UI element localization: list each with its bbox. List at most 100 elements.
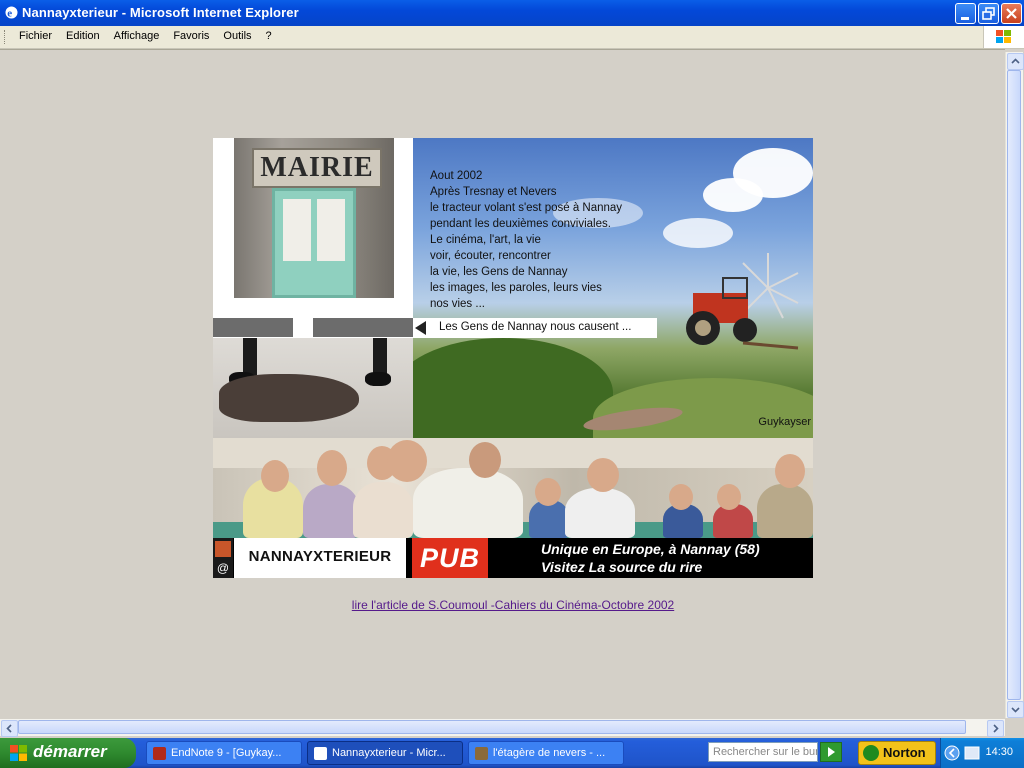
tractor-landscape-photo[interactable]: Aout 2002 Après Tresnay et Nevers le tra… [413,138,813,438]
door-pane-right [317,199,345,261]
cloud [703,178,763,212]
intro-text: Aout 2002 Après Tresnay et Nevers le tra… [430,168,622,312]
title-bar: e Nannayxterieur - Microsoft Internet Ex… [0,0,1024,26]
menu-item-favoris[interactable]: Favoris [166,30,216,42]
person-head [387,440,427,482]
menu-item-edition[interactable]: Edition [59,30,107,42]
intro-line: pendant les deuxièmes conviviales. [430,218,611,230]
scroll-up-button[interactable] [1007,53,1024,70]
arrow-left-icon [415,321,426,335]
minimize-button[interactable] [955,3,976,24]
task-label: l'étagère de nevers - ... [493,747,606,759]
chevron-up-icon [1011,58,1020,64]
endnote-icon [153,747,166,760]
folder-icon [475,747,488,760]
person [303,484,359,538]
shoe [365,372,391,386]
minimize-icon [961,17,969,20]
mairie-door [272,188,356,298]
sleeping-dog [219,374,359,422]
menu-item-help[interactable]: ? [259,30,279,42]
task-label: EndNote 9 - [Guykay... [171,747,282,759]
intro-line: Le cinéma, l'art, la vie [430,234,541,246]
site-footer-bar: @ NANNAYXTERIEUR PUB Unique en Europe, à… [213,538,813,578]
intro-line: la vie, les Gens de Nannay [430,266,568,278]
mairie-photo[interactable]: MAIRIE [234,138,394,298]
desktop-search-input[interactable]: Rechercher sur le bur [708,742,818,762]
field-hill [593,378,813,438]
person-head [261,460,289,492]
site-name-box[interactable]: NANNAYXTERIEUR [234,538,406,578]
grey-bar-right [313,318,413,337]
menu-item-outils[interactable]: Outils [216,30,258,42]
mairie-sign: MAIRIE [252,148,382,188]
person-head [775,454,805,488]
search-go-button[interactable] [820,742,842,762]
toolbar-grip[interactable] [4,30,8,44]
task-internet-explorer[interactable]: Nannayxterieur - Micr... [307,741,463,765]
intro-line: Après Tresnay et Nevers [430,186,557,198]
person [757,484,813,538]
close-button[interactable] [1001,3,1022,24]
pub-text[interactable]: Unique en Europe, à Nannay (58) Visitez … [541,540,760,576]
flying-tractor-illustration [686,253,799,350]
start-button[interactable]: démarrer [0,738,136,768]
norton-label: Norton [883,745,926,760]
restore-button[interactable] [978,3,999,24]
wall [213,438,813,468]
pub-badge[interactable]: PUB [412,538,488,578]
email-at-icon: @ [216,561,230,575]
play-arrow-icon [828,747,835,757]
task-label: Nannayxterieur - Micr... [332,747,446,759]
dog-photo[interactable] [213,338,413,438]
intro-line: voir, écouter, rencontrer [430,250,551,262]
start-label: démarrer [33,742,107,761]
person [353,482,413,538]
task-etagere[interactable]: l'étagère de nevers - ... [468,741,624,765]
menu-item-fichier[interactable]: Fichier [12,30,59,42]
vertical-scrollbar[interactable] [1005,52,1024,718]
cloud [663,218,733,248]
restore-icon [982,7,995,20]
horizontal-scrollbar[interactable] [0,719,1005,737]
scroll-right-button[interactable] [987,720,1004,737]
windows-flag-icon [996,30,1011,43]
article-link[interactable]: lire l'article de S.Coumoul -Cahiers du … [0,598,1024,612]
tree-hill [413,338,613,438]
child-head [535,478,561,506]
site-banner: MAIRIE Aout 2002 Après Tresnay et Nevers… [213,138,813,578]
system-tray: 14:30 [940,738,1024,768]
intro-line: les images, les paroles, leurs vies [430,282,602,294]
menu-bar: Fichier Edition Affichage Favoris Outils… [0,26,1024,49]
norton-button[interactable]: Norton [858,741,936,765]
gens-de-nannay-link[interactable]: Les Gens de Nannay nous causent ... [413,318,657,338]
scroll-left-button[interactable] [1,720,18,737]
door-pane-left [283,199,311,261]
person [413,468,523,538]
checkmark-icon [863,745,879,761]
scroll-down-button[interactable] [1007,701,1024,718]
intro-line: le tracteur volant s'est posé à Nannay [430,202,623,214]
svg-text:e: e [7,8,12,20]
menu-item-affichage[interactable]: Affichage [107,30,167,42]
chevron-down-icon [1011,707,1020,713]
person-head [587,458,619,492]
intro-line: nos vies ... [430,298,485,310]
taskbar: démarrer EndNote 9 - [Guykay... Nannayxt… [0,738,1024,768]
chevron-left-icon [6,724,12,733]
site-logo[interactable]: @ [213,538,233,578]
crowd-photo[interactable] [213,438,813,538]
intro-line: Aout 2002 [430,170,483,182]
task-endnote[interactable]: EndNote 9 - [Guykay... [146,741,302,765]
horizontal-scroll-thumb[interactable] [18,720,966,734]
child-head [717,484,741,510]
tagline-text: Les Gens de Nannay nous causent ... [439,321,632,333]
close-icon [1006,8,1017,19]
pub-line: Visitez La source du rire [541,559,703,575]
clock[interactable]: 14:30 [985,746,1013,758]
person-head [469,442,501,478]
tray-icons [944,745,980,761]
site-name: NANNAYXTERIEUR [248,548,392,565]
ie-icon: e [5,6,18,20]
child-head [669,484,693,510]
